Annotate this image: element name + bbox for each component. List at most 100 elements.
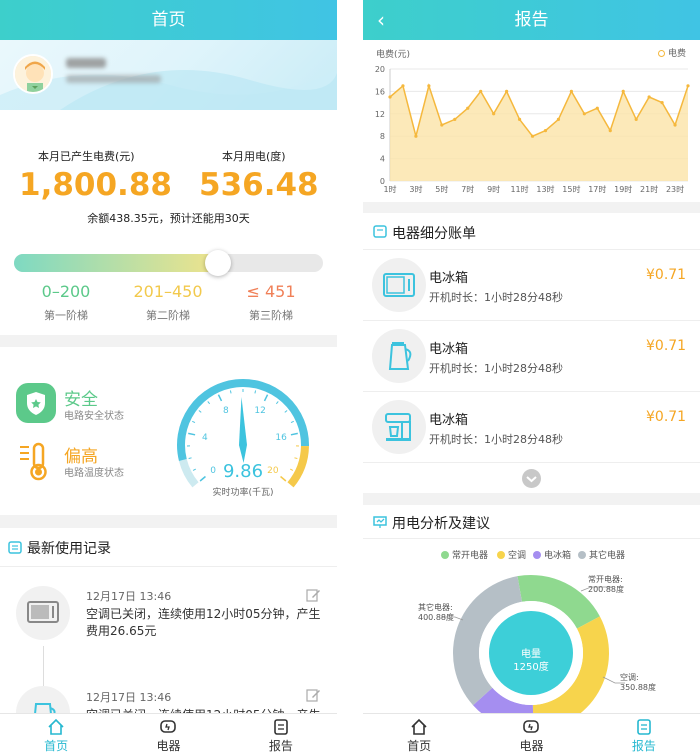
gauge-tick — [290, 420, 294, 424]
chart-point — [569, 89, 573, 93]
tab-home[interactable]: 首页 — [363, 714, 475, 755]
callout-name: 常开电器: — [588, 575, 623, 584]
gauge-tick — [192, 420, 196, 424]
tab-appliances[interactable]: 电器 — [475, 714, 587, 755]
appliance-icon — [523, 720, 540, 733]
divider — [363, 462, 700, 463]
edit-icon[interactable] — [306, 688, 320, 702]
chart-point — [595, 106, 599, 110]
chart-ytick: 8 — [380, 132, 385, 141]
donut-center-value: 1250度 — [513, 662, 549, 673]
gauge-tick — [254, 390, 257, 394]
callout-always-on: 常开电器: 200.88度 — [588, 575, 624, 595]
temperature-sub: 电路温度状态 — [64, 468, 124, 479]
record-text: 空调已关闭，连续使用12小时05分钟，产生 — [86, 607, 321, 621]
appliance-icon — [160, 720, 177, 733]
chart-xtick: 1时 — [383, 184, 396, 194]
chart-ytick: 4 — [380, 155, 385, 164]
callout-others: 其它电器: 400.88度 — [418, 603, 454, 623]
chart-xtick: 9时 — [487, 184, 500, 194]
tab-report[interactable]: 报告 — [588, 714, 700, 755]
chart-xtick: 21时 — [640, 184, 658, 194]
callout-name: 其它电器: — [418, 603, 453, 612]
gauge-needle — [239, 397, 247, 463]
coffee-maker-icon — [372, 400, 426, 454]
chart-point — [427, 84, 431, 88]
tab-bar: 首页 电器 报告 — [363, 713, 700, 755]
gauge-tick — [199, 475, 206, 482]
gauge-tick-label: 12 — [254, 406, 265, 416]
tier-3-range: ≤ 451 — [246, 282, 296, 301]
bill-duration: 开机时长：1小时28分48秒 — [429, 291, 563, 304]
report-icon — [274, 719, 288, 735]
chart-xtick: 7时 — [461, 184, 474, 194]
usage-records-card: 最新使用记录 12月17日 13:46 空调已关闭，连续使用12小时05分钟，产… — [0, 528, 337, 740]
bill-title: 电器细分账单 — [392, 226, 476, 242]
chart-point — [608, 129, 612, 133]
chart-point — [517, 117, 522, 121]
tier-2-range: 201–450 — [133, 282, 203, 301]
status-card: 安全 电路安全状态 偏高 电路温度状态 0 4 8 12 16 20 9.86 实时功率(… — [0, 347, 337, 515]
tab-report[interactable]: 报告 — [225, 714, 337, 755]
home-icon — [411, 718, 427, 735]
usage-value: 536.48 — [199, 167, 319, 203]
divider — [0, 566, 337, 567]
avatar[interactable] — [13, 54, 53, 94]
usage-summary-card: 本月已产生电费(元) 1,800.88 本月用电(度) 536.48 余额438… — [0, 110, 337, 335]
gauge-value: 9.86 — [222, 461, 264, 482]
gauge-tick — [192, 468, 197, 471]
tab-label: 首页 — [407, 739, 432, 753]
shield-icon — [16, 383, 56, 423]
chart-xtick: 11时 — [510, 184, 528, 194]
tab-label: 首页 — [44, 739, 69, 753]
gauge-tick — [198, 410, 202, 413]
bill-price: ¥0.71 — [646, 338, 687, 354]
bill-duration: 开机时长：1小时28分48秒 — [429, 433, 563, 446]
divider — [363, 391, 700, 392]
tier-progress-fill — [14, 254, 226, 272]
gauge-tick — [188, 457, 192, 460]
usage-label: 本月用电(度) — [222, 150, 286, 163]
tab-label: 报告 — [631, 739, 656, 753]
edit-icon[interactable] — [306, 588, 320, 602]
bill-card: 电器细分账单 电冰箱 开机时长：1小时28分48秒 ¥0.71 电冰箱 开机时长… — [363, 213, 700, 493]
tab-appliances[interactable]: 电器 — [112, 714, 224, 755]
analysis-card: 用电分析及建议 常开电器 空调 电冰箱 其它电器 电量 1250度 常开电器: 2… — [363, 505, 700, 715]
home-header: 首页 — [0, 0, 337, 40]
fee-label: 本月已产生电费(元) — [38, 150, 135, 163]
thermometer-icon — [17, 441, 57, 481]
tier-progress-knob[interactable] — [204, 250, 231, 276]
expand-more-icon[interactable] — [522, 469, 541, 488]
home-icon — [48, 718, 64, 735]
gauge-tick — [289, 468, 294, 471]
record-time: 12月17日 13:46 — [86, 590, 172, 603]
chart-point — [492, 112, 496, 116]
record-time: 12月17日 13:46 — [86, 691, 172, 704]
chart-xtick: 15时 — [562, 184, 580, 194]
gauge-tick — [229, 390, 232, 394]
chart-point — [582, 112, 586, 116]
report-icon — [637, 719, 651, 735]
chart-ytick: 12 — [375, 110, 385, 119]
chart-xtick: 19时 — [614, 184, 632, 194]
gauge-tick-label: 8 — [223, 406, 229, 416]
chart-point — [543, 129, 548, 133]
back-icon[interactable]: ‹ — [377, 0, 385, 40]
gauge-arc-high — [287, 445, 309, 488]
chart-point — [647, 95, 651, 99]
timeline-line — [43, 646, 44, 691]
tab-bar: 首页 电器 报告 — [0, 713, 337, 755]
gauge-tick-label: 4 — [202, 433, 208, 443]
record-text-cont: 费用26.65元 — [86, 624, 157, 638]
chart-ytick: 20 — [375, 65, 385, 74]
chart-point — [686, 84, 690, 88]
tab-home[interactable]: 首页 — [0, 714, 112, 755]
gauge-tick — [188, 432, 196, 436]
chart-point — [414, 134, 418, 138]
fee-chart-card: 电费(元) 电费 0 4 8 12 16 20 1时 3时 5时 7时 9时 11时 13时 15时 17时… — [363, 40, 700, 202]
tier-3-label: 第三阶梯 — [249, 309, 293, 322]
tier-1-label: 第一阶梯 — [44, 309, 88, 322]
chart-point — [556, 117, 561, 121]
tab-label: 报告 — [268, 739, 293, 753]
callout-value: 200.88度 — [588, 585, 624, 594]
